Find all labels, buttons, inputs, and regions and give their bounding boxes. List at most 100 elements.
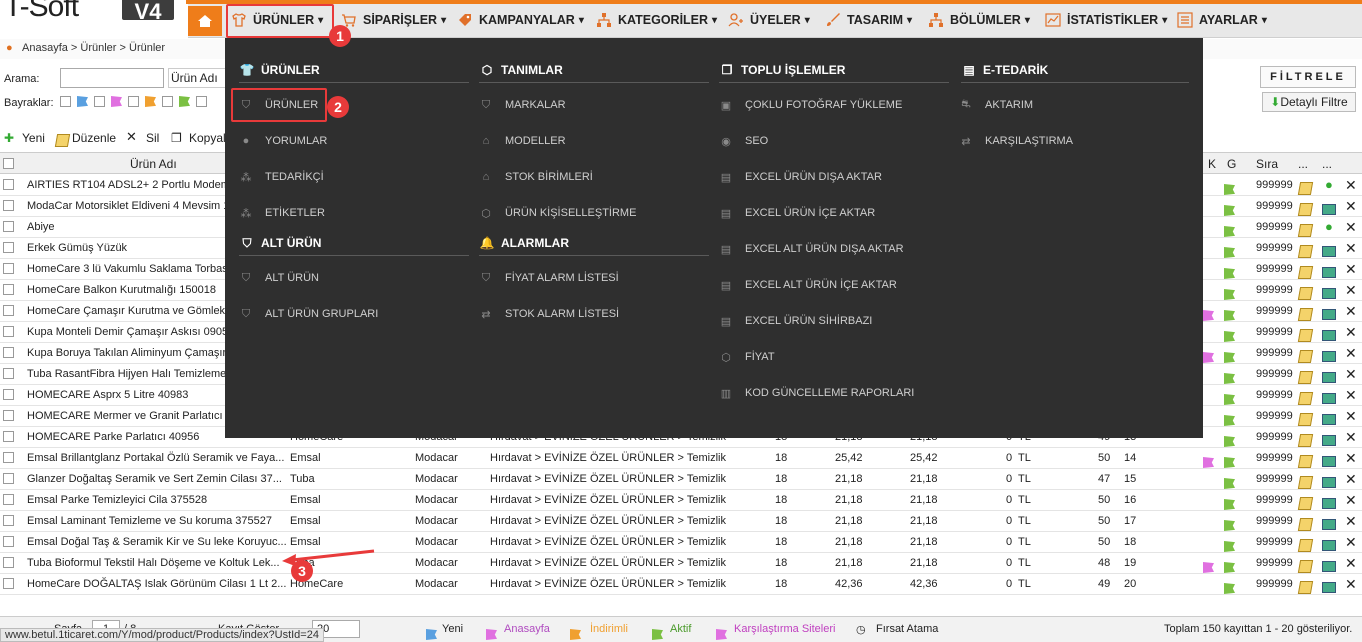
row-checkbox[interactable] xyxy=(3,557,14,568)
product-name-cell[interactable]: HomeCare Çamaşır Kurutma ve Gömlek T xyxy=(27,305,235,317)
menu-item-excel-sihirbazi[interactable]: ▤ EXCEL ÜRÜN SİHİRBAZI xyxy=(719,314,873,328)
menu-item-excel-urun-ice[interactable]: ▤ EXCEL ÜRÜN İÇE AKTAR xyxy=(719,206,875,220)
delete-icon[interactable]: ✕ xyxy=(1345,324,1357,341)
nav-istatistikler[interactable]: İSTATİSTİKLER ▾ xyxy=(1044,6,1167,34)
menu-item-modeller[interactable]: ⌂ MODELLER xyxy=(479,134,566,148)
row-checkbox[interactable] xyxy=(3,431,14,442)
delete-icon[interactable]: ✕ xyxy=(1345,345,1357,362)
flag-checkbox[interactable] xyxy=(60,96,71,107)
product-name-cell[interactable]: Abiye xyxy=(27,221,55,233)
nav-uyeler[interactable]: ÜYELER ▾ xyxy=(727,6,810,34)
column-k[interactable]: K xyxy=(1208,157,1216,171)
table-row[interactable]: Emsal Brillantglanz Portakal Özlü Serami… xyxy=(0,448,1362,469)
product-name-cell[interactable]: HOMECARE Mermer ve Granit Parlatıcı 40 xyxy=(27,410,238,422)
select-all-checkbox[interactable] xyxy=(3,158,14,169)
flag-checkbox[interactable] xyxy=(196,96,207,107)
row-checkbox[interactable] xyxy=(3,494,14,505)
add-image-icon[interactable]: ● xyxy=(1325,177,1333,192)
delete-button[interactable]: Sil xyxy=(146,131,159,145)
table-row[interactable]: Tuba Bioformul Tekstil Halı Döşeme ve Ko… xyxy=(0,553,1362,574)
product-name-cell[interactable]: Erkek Gümüş Yüzük xyxy=(27,242,127,254)
nav-bolumler[interactable]: BÖLÜMLER ▾ xyxy=(927,6,1030,34)
row-checkbox[interactable] xyxy=(3,347,14,358)
menu-item-excel-alt-urun-ice[interactable]: ▤ EXCEL ALT ÜRÜN İÇE AKTAR xyxy=(719,278,897,292)
nav-tasarim[interactable]: TASARIM ▾ xyxy=(824,6,912,34)
menu-item-tedarikci[interactable]: ⁂ TEDARİKÇİ xyxy=(239,170,324,184)
row-checkbox[interactable] xyxy=(3,200,14,211)
menu-item-excel-alt-urun-disa[interactable]: ▤ EXCEL ALT ÜRÜN DIŞA AKTAR xyxy=(719,242,904,256)
delete-icon[interactable]: ✕ xyxy=(1345,240,1357,257)
new-button[interactable]: Yeni xyxy=(22,131,45,145)
delete-icon[interactable]: ✕ xyxy=(1345,177,1357,194)
product-name-cell[interactable]: Tuba RasantFibra Hijyen Halı Temizleme xyxy=(27,368,226,380)
table-row[interactable]: Emsal Parke Temizleyici Cila 375528 Emsal… xyxy=(0,490,1362,511)
breadcrumb-text[interactable]: Anasayfa > Ürünler > Ürünler xyxy=(22,42,165,54)
product-name-cell[interactable]: HomeCare 3 lü Vakumlu Saklama Torbası xyxy=(27,263,231,275)
flag-checkbox[interactable] xyxy=(128,96,139,107)
nav-kategoriler[interactable]: KATEGORİLER ▾ xyxy=(595,6,717,34)
delete-icon[interactable]: ✕ xyxy=(1345,198,1357,215)
table-row[interactable]: Emsal Doğal Taş & Seramik Kir ve Su leke… xyxy=(0,532,1362,553)
table-row[interactable]: Glanzer Doğaltaş Seramik ve Sert Zemin C… xyxy=(0,469,1362,490)
table-row[interactable]: Emsal Laminant Temizleme ve Su koruma 37… xyxy=(0,511,1362,532)
delete-icon[interactable]: ✕ xyxy=(1345,261,1357,278)
row-checkbox[interactable] xyxy=(3,284,14,295)
delete-icon[interactable]: ✕ xyxy=(1345,366,1357,383)
search-input[interactable] xyxy=(60,68,164,88)
product-name-cell[interactable]: ModaCar Motorsiklet Eldiveni 4 Mevsim 1 xyxy=(27,200,229,212)
row-checkbox[interactable] xyxy=(3,473,14,484)
column-sira[interactable]: Sıra xyxy=(1256,157,1278,171)
row-checkbox[interactable] xyxy=(3,578,14,589)
delete-icon[interactable]: ✕ xyxy=(1345,408,1357,425)
home-button[interactable] xyxy=(188,6,222,36)
row-checkbox[interactable] xyxy=(3,242,14,253)
menu-item-yorumlar[interactable]: ● YORUMLAR xyxy=(239,134,328,148)
row-checkbox[interactable] xyxy=(3,263,14,274)
menu-item-alt-urun-gruplari[interactable]: ⛉ ALT ÜRÜN GRUPLARI xyxy=(239,307,378,321)
product-name-cell[interactable]: Tuba Bioformul Tekstil Halı Döşeme ve Ko… xyxy=(27,557,280,569)
delete-icon[interactable]: ✕ xyxy=(1345,534,1357,551)
delete-icon[interactable]: ✕ xyxy=(1345,450,1357,467)
product-name-cell[interactable]: Emsal Doğal Taş & Seramik Kir ve Su leke… xyxy=(27,536,287,548)
product-name-cell[interactable]: Glanzer Doğaltaş Seramik ve Sert Zemin C… xyxy=(27,473,282,485)
delete-icon[interactable]: ✕ xyxy=(1345,471,1357,488)
product-name-cell[interactable]: AIRTIES RT104 ADSL2+ 2 Portlu Modem xyxy=(27,179,230,191)
delete-icon[interactable]: ✕ xyxy=(1345,513,1357,530)
column-name[interactable]: Ürün Adı xyxy=(130,157,177,171)
delete-icon[interactable]: ✕ xyxy=(1345,387,1357,404)
delete-icon[interactable]: ✕ xyxy=(1345,282,1357,299)
row-checkbox[interactable] xyxy=(3,326,14,337)
product-name-cell[interactable]: HOMECARE Parke Parlatıcı 40956 xyxy=(27,431,199,443)
product-name-cell[interactable]: Kupa Boruya Takılan Aliminyum Çamaşır xyxy=(27,347,226,359)
row-checkbox[interactable] xyxy=(3,179,14,190)
menu-item-stok-birimleri[interactable]: ⌂ STOK BİRİMLERİ xyxy=(479,170,593,184)
menu-item-fiyat[interactable]: ⬡ FİYAT xyxy=(719,350,774,364)
delete-icon[interactable]: ✕ xyxy=(1345,576,1357,593)
row-checkbox[interactable] xyxy=(3,452,14,463)
product-name-cell[interactable]: Emsal Parke Temizleyici Cila 375528 xyxy=(27,494,207,506)
row-checkbox[interactable] xyxy=(3,305,14,316)
product-name-cell[interactable]: Emsal Laminant Temizleme ve Su koruma 37… xyxy=(27,515,272,527)
row-checkbox[interactable] xyxy=(3,410,14,421)
row-checkbox[interactable] xyxy=(3,221,14,232)
table-row[interactable]: HomeCare DOĞALTAŞ Islak Görünüm Cilası 1… xyxy=(0,574,1362,595)
product-name-cell[interactable]: HomeCare Balkon Kurutmalığı 150018 xyxy=(27,284,216,296)
flag-checkbox[interactable] xyxy=(94,96,105,107)
product-name-cell[interactable]: Emsal Brillantglanz Portakal Özlü Serami… xyxy=(27,452,284,464)
product-name-cell[interactable]: HOMECARE Asprx 5 Litre 40983 xyxy=(27,389,188,401)
product-name-cell[interactable]: HomeCare DOĞALTAŞ Islak Görünüm Cilası 1… xyxy=(27,578,286,590)
filter-button[interactable]: FİLTRELE xyxy=(1260,66,1356,88)
menu-item-karsilastirma[interactable]: ⇄ KARŞILAŞTIRMA xyxy=(959,134,1073,148)
row-checkbox[interactable] xyxy=(3,515,14,526)
menu-item-fiyat-alarm[interactable]: ⛉ FİYAT ALARM LİSTESİ xyxy=(479,271,619,285)
delete-icon[interactable]: ✕ xyxy=(1345,492,1357,509)
row-checkbox[interactable] xyxy=(3,389,14,400)
menu-item-etiketler[interactable]: ⁂ ETİKETLER xyxy=(239,206,325,220)
delete-icon[interactable]: ✕ xyxy=(1345,219,1357,236)
menu-item-excel-urun-disa[interactable]: ▤ EXCEL ÜRÜN DIŞA AKTAR xyxy=(719,170,882,184)
detail-filter-button[interactable]: ⬇Detaylı Filtre xyxy=(1262,92,1356,112)
menu-item-markalar[interactable]: ⛉ MARKALAR xyxy=(479,98,566,112)
flag-checkbox[interactable] xyxy=(162,96,173,107)
row-checkbox[interactable] xyxy=(3,368,14,379)
search-field-select[interactable]: Ürün Adı xyxy=(168,68,228,88)
